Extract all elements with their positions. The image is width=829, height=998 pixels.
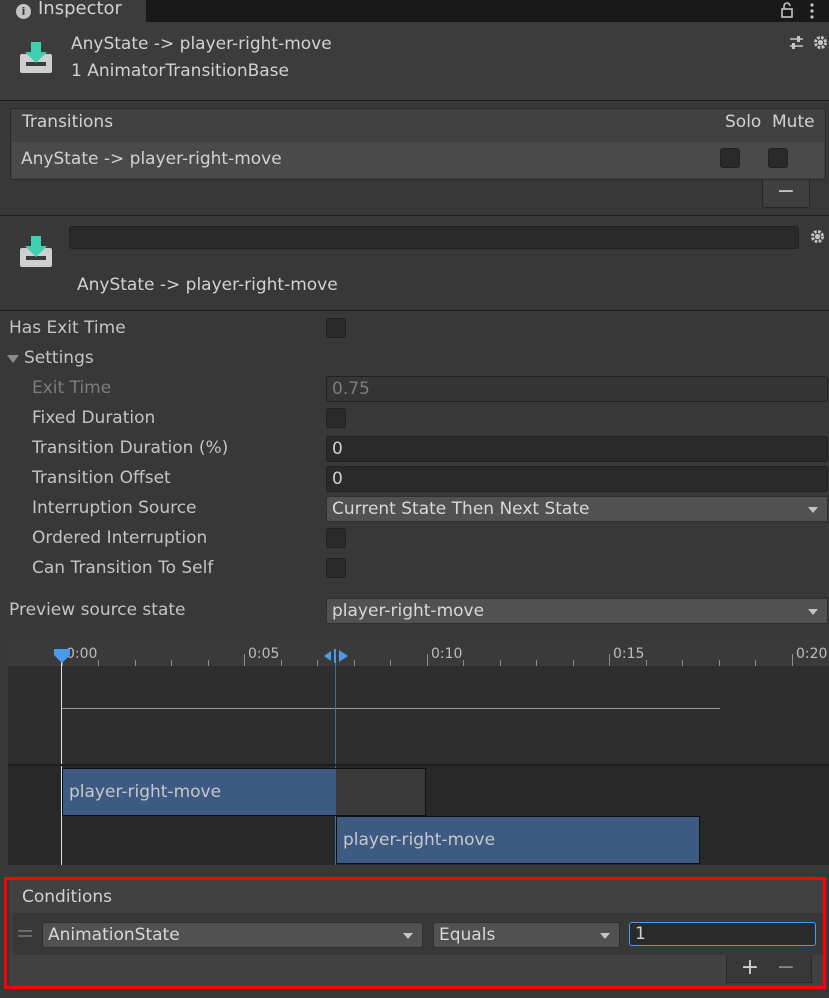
transition-handle-icon[interactable] <box>322 647 350 665</box>
transition-label: AnyState -> player-right-move <box>77 275 338 295</box>
ordered-interruption-label: Ordered Interruption <box>32 528 208 548</box>
mute-header: Mute <box>772 112 815 132</box>
timeline-tick <box>244 654 245 666</box>
can-transition-label: Can Transition To Self <box>32 558 214 578</box>
exit-time-field: 0.75 <box>326 376 828 402</box>
source-clip[interactable]: player-right-move <box>62 768 426 816</box>
transition-row-label: AnyState -> player-right-move <box>21 149 282 169</box>
remove-transition-button[interactable]: − <box>762 180 810 208</box>
gear-icon[interactable] <box>809 228 826 245</box>
has-exit-time-label: Has Exit Time <box>9 318 126 338</box>
preview-source-dropdown[interactable]: player-right-move <box>326 598 828 624</box>
transition-curve <box>62 708 720 709</box>
transition-offset-label: Transition Offset <box>32 468 171 488</box>
divider <box>0 310 829 311</box>
header-title: AnyState -> player-right-move <box>71 34 332 54</box>
interruption-source-value: Current State Then Next State <box>332 499 590 519</box>
interruption-source-dropdown[interactable]: Current State Then Next State <box>326 496 828 522</box>
ordered-interruption-checkbox[interactable] <box>326 528 346 548</box>
destination-clip[interactable]: player-right-move <box>336 816 700 864</box>
info-icon: i <box>16 4 31 19</box>
lock-icon[interactable] <box>780 1 794 18</box>
playhead-line <box>61 660 62 865</box>
gear-icon[interactable] <box>812 34 829 51</box>
divider <box>0 100 829 101</box>
mute-checkbox[interactable] <box>768 148 788 168</box>
divider <box>0 215 829 216</box>
timeline-tick-label: 0:10 <box>431 646 463 662</box>
timeline-tick <box>609 654 610 666</box>
settings-foldout[interactable]: Settings <box>24 350 94 367</box>
solo-checkbox[interactable] <box>720 148 740 168</box>
timeline-tick-label: 0:15 <box>613 646 645 662</box>
chevron-down-icon <box>808 507 818 513</box>
settings-foldout-arrow-icon[interactable] <box>7 355 19 363</box>
transitions-header: Transitions <box>22 112 114 132</box>
solo-header: Solo <box>725 112 762 132</box>
preview-source-value: player-right-move <box>332 601 485 621</box>
timeline-tick-label: 0:05 <box>248 646 280 662</box>
transition-duration-field[interactable]: 0 <box>326 436 828 462</box>
exit-time-label: Exit Time <box>32 378 112 398</box>
chevron-down-icon <box>808 609 818 615</box>
timeline-tick <box>427 654 428 666</box>
has-exit-time-checkbox[interactable] <box>326 318 346 338</box>
tab-inspector[interactable]: i Inspector <box>0 0 146 22</box>
highlight-outline <box>4 877 826 989</box>
fixed-duration-checkbox[interactable] <box>326 408 346 428</box>
timeline-curve-area <box>8 666 829 766</box>
divider <box>8 764 829 766</box>
preset-icon[interactable] <box>789 35 804 50</box>
transition-name-input[interactable] <box>69 226 799 249</box>
transition-icon <box>20 42 52 73</box>
tab-title: Inspector <box>38 0 122 19</box>
timeline-tick-label: 0:20 <box>796 646 828 662</box>
fixed-duration-label: Fixed Duration <box>32 408 156 428</box>
preview-source-label: Preview source state <box>9 600 186 620</box>
transition-duration-label: Transition Duration (%) <box>32 438 229 458</box>
transition-icon <box>20 236 52 267</box>
transition-offset-field[interactable]: 0 <box>326 466 828 492</box>
can-transition-checkbox[interactable] <box>326 558 346 578</box>
timeline-tick <box>792 654 793 666</box>
timeline-ruler[interactable]: 0:00 0:05 0:10 0:15 0:20 <box>8 640 829 666</box>
more-options-icon[interactable] <box>807 2 817 19</box>
interruption-source-label: Interruption Source <box>32 498 197 518</box>
playhead-marker-icon[interactable] <box>53 648 71 664</box>
header-subtitle: 1 AnimatorTransitionBase <box>71 61 289 81</box>
